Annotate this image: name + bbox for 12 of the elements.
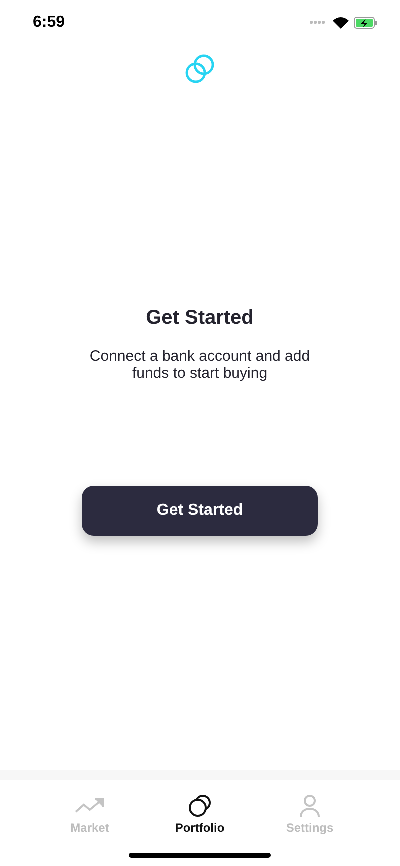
person-icon (299, 794, 321, 818)
status-time: 6:59 (33, 14, 66, 32)
tab-bar-item[interactable]: Portfolio (148, 793, 252, 835)
logo-icon (184, 53, 216, 85)
empty-state-title: Get Started (146, 307, 254, 330)
wifi-icon (333, 17, 349, 29)
signal-icon (310, 21, 328, 25)
trend-icon (75, 796, 105, 816)
battery-icon (354, 17, 378, 29)
coins-icon (187, 794, 213, 818)
empty-state-message: Connect a bank account and add funds to start buying (88, 348, 312, 382)
get-started-button[interactable]: Get Started (82, 486, 318, 536)
